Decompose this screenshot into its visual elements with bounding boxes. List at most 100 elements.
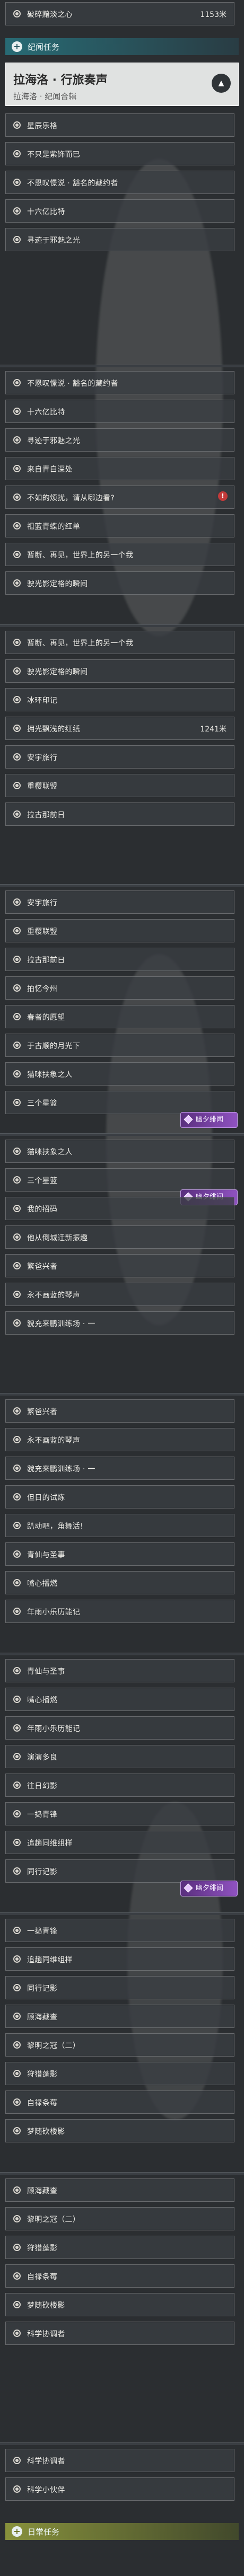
quest-row[interactable]: 狩猎蓬影 <box>5 2062 234 2085</box>
quest-row[interactable]: 十六亿比特 <box>5 400 234 423</box>
quest-row[interactable]: 冰环印记 <box>5 688 234 711</box>
event-badge[interactable]: 幽夕绯闻 <box>180 1881 238 1896</box>
quest-row[interactable]: 重樱联盟 <box>5 919 234 942</box>
quest-row[interactable]: 青仙与圣事 <box>5 1542 234 1566</box>
quest-row[interactable]: 顾海藏查 <box>5 2005 234 2028</box>
quest-row[interactable]: 繁爸兴者 <box>5 1399 234 1423</box>
quest-row[interactable]: 科学协调者 <box>5 2449 234 2472</box>
quest-row[interactable]: 追趟同维组样 <box>5 1831 234 1854</box>
quest-row[interactable]: 年雨小乐历能记 <box>5 1716 234 1740</box>
quest-row[interactable]: 科学小伙伴 <box>5 2477 234 2501</box>
quest-label: 狩猎蓬影 <box>27 2070 58 2079</box>
quest-row[interactable]: 自禄条莓 <box>5 2264 234 2288</box>
quest-row[interactable]: 趴动吧，角舞活! <box>5 1514 234 1537</box>
quest-label: 拥光飘浅的红纸 <box>27 725 81 734</box>
quest-row[interactable]: 同行记影 <box>5 1976 234 1999</box>
quest-bullet-icon <box>13 2070 21 2077</box>
quest-row[interactable]: 科学协调者 <box>5 2322 234 2345</box>
quest-row[interactable]: 寻迹于邪魅之光 <box>5 228 234 251</box>
quest-row[interactable]: 驶光影定格的瞬间 <box>5 659 234 683</box>
quest-row[interactable]: 拉古那前日 <box>5 802 234 826</box>
quest-label: 黎明之冠（二） <box>27 2216 81 2224</box>
quest-row[interactable]: 来自青白深处 <box>5 457 234 480</box>
quest-row[interactable]: 一捣青锋 <box>5 1919 234 1942</box>
collapse-chevron-icon[interactable]: ▲ <box>212 74 231 93</box>
section-header-daily[interactable]: + 日常任务 <box>5 2523 239 2540</box>
quest-row[interactable]: 永不画蓝的琴声 <box>5 1428 234 1451</box>
quest-row[interactable]: 安宇旅行 <box>5 890 234 914</box>
quest-row[interactable]: 他从倒城迁新振趣 <box>5 1225 234 1249</box>
quest-row[interactable]: 猫咪扶象之人 <box>5 1140 234 1163</box>
quest-row[interactable]: 三个星篮 <box>5 1168 234 1192</box>
quest-row[interactable]: 祖蓝青蝶的红单 <box>5 514 234 537</box>
quest-bullet-icon <box>13 236 21 243</box>
quest-row[interactable]: 拍忆今州 <box>5 976 234 1000</box>
quest-row[interactable]: 猫咪扶象之人 <box>5 1062 234 1086</box>
quest-row[interactable]: 暂断、再见，世界上的另一个我 <box>5 543 234 566</box>
quest-row[interactable]: 黎明之冠（二） <box>5 2033 234 2057</box>
quest-row[interactable]: 梦随砍楼影 <box>5 2119 234 2142</box>
quest-row[interactable]: 十六亿比特 <box>5 199 234 223</box>
quest-row[interactable]: 不如的烦扰，请从哪边看?! <box>5 486 234 509</box>
quest-bullet-icon <box>13 1667 21 1674</box>
quest-row[interactable]: 演演多良 <box>5 1745 234 1768</box>
quest-row[interactable]: 一捣青锋 <box>5 1802 234 1825</box>
quest-row[interactable]: 不恩叹憬说 · 豁名的藏约者 <box>5 171 234 194</box>
quest-label: 破碎黯淡之心 <box>27 11 73 19</box>
section-header-story[interactable]: + 纪闻任务 <box>5 38 239 55</box>
quest-row[interactable]: 嘴心播燃 <box>5 1688 234 1711</box>
quest-label: 自禄条莓 <box>27 2099 58 2107</box>
quest-row[interactable]: 三个星篮 <box>5 1091 234 1114</box>
quest-bullet-icon <box>13 408 21 415</box>
quest-row[interactable]: 驶光影定格的瞬间 <box>5 571 234 595</box>
quest-bullet-icon <box>13 2301 21 2308</box>
quest-bullet-icon <box>13 2098 21 2106</box>
quest-label: 一捣青锋 <box>27 1811 58 1819</box>
quest-row[interactable]: 同行记影 <box>5 1859 234 1883</box>
quest-label: 他从倒城迁新振趣 <box>27 1234 88 1242</box>
event-badge[interactable]: 幽夕绯闻 <box>180 1112 238 1128</box>
quest-row[interactable]: 往日幻影 <box>5 1774 234 1797</box>
quest-row[interactable]: 追趟同维组样 <box>5 1947 234 1971</box>
quest-row[interactable]: 春者的愿望 <box>5 1005 234 1028</box>
quest-bullet-icon <box>13 121 21 129</box>
quest-bullet-icon <box>13 1867 21 1875</box>
quest-label: 猫咪扶象之人 <box>27 1071 73 1079</box>
quest-label: 驶光影定格的瞬间 <box>27 668 88 676</box>
quest-row[interactable]: 黎明之冠（二） <box>5 2207 234 2230</box>
quest-label: 我的招码 <box>27 1205 58 1214</box>
gem-icon <box>184 1883 193 1893</box>
quest-row[interactable]: 于古顺的月光下 <box>5 1034 234 1057</box>
quest-row[interactable]: 顾海藏查 <box>5 2178 234 2202</box>
quest-row[interactable]: 不恩叹憬说 · 豁名的藏约者 <box>5 371 234 394</box>
quest-row[interactable]: 梦随砍楼影 <box>5 2293 234 2316</box>
quest-row-top[interactable]: 破碎黯淡之心 1153米 <box>5 2 234 25</box>
quest-row[interactable]: 永不画蓝的琴声 <box>5 1283 234 1306</box>
quest-group-title: 拉海洛 · 行旅奏声 <box>13 74 108 87</box>
quest-row[interactable]: 但日的试炼 <box>5 1485 234 1508</box>
quest-row[interactable]: 繁爸兴者 <box>5 1254 234 1277</box>
quest-distance: 1241米 <box>200 725 226 734</box>
quest-row[interactable]: 狩猎蓬影 <box>5 2236 234 2259</box>
quest-row[interactable]: 自禄条莓 <box>5 2090 234 2114</box>
quest-row[interactable]: 拉古那前日 <box>5 948 234 971</box>
expanded-quest-card[interactable]: 拉海洛 · 行旅奏声 拉海洛 · 纪闻合辑 ▲ <box>5 63 239 106</box>
quest-row[interactable]: 貌充来鹏训练场 · 一 <box>5 1311 234 1335</box>
quest-row[interactable]: 重樱联盟 <box>5 774 234 797</box>
screenshot-seam-divider <box>0 2442 244 2445</box>
quest-row[interactable]: 安宇旅行 <box>5 745 234 769</box>
quest-row[interactable]: 不只是紫饰而已 <box>5 142 234 165</box>
quest-row[interactable]: 暂断、再见，世界上的另一个我 <box>5 631 234 654</box>
quest-row[interactable]: 年雨小乐历能记 <box>5 1600 234 1623</box>
quest-bullet-icon <box>13 1176 21 1184</box>
quest-row[interactable]: 拥光飘浅的红纸 1241米 <box>5 717 234 740</box>
quest-row[interactable]: 我的招码 <box>5 1197 234 1220</box>
quest-row[interactable]: 寻迹于邪魅之光 <box>5 428 234 452</box>
screenshot-seam-divider <box>0 2172 244 2175</box>
quest-row[interactable]: 貌充来鹏训练场 · 一 <box>5 1457 234 1480</box>
quest-row[interactable]: 青仙与圣事 <box>5 1659 234 1682</box>
quest-row[interactable]: 星辰乐格 <box>5 113 234 137</box>
quest-bullet-icon <box>13 1522 21 1529</box>
event-badge-label: 幽夕绯闻 <box>196 1116 224 1124</box>
quest-row[interactable]: 嘴心播燃 <box>5 1571 234 1594</box>
